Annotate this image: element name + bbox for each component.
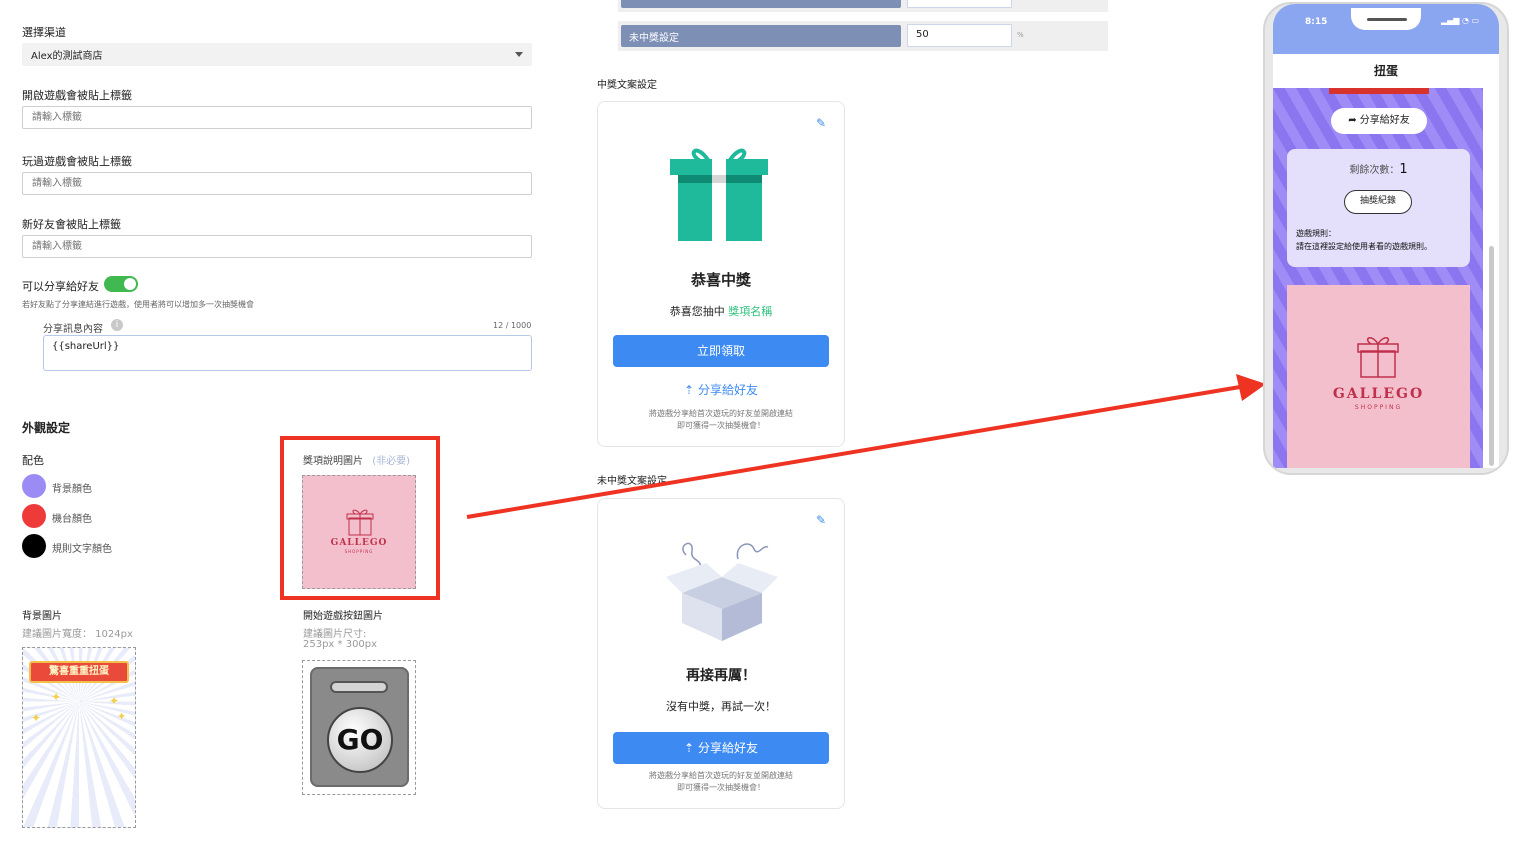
signal-icon: ▂▄▆ ◔ ▭ xyxy=(1441,16,1480,25)
record-button[interactable]: 抽獎紀錄 xyxy=(1344,190,1412,214)
phone-share-text: 分享給好友 xyxy=(1359,115,1410,126)
gallego-logo xyxy=(1357,337,1399,378)
remaining-label: 剩餘次數： xyxy=(1349,165,1400,176)
phone-prize-image: GALLEGO SHOPPING xyxy=(1287,285,1470,468)
phone-scroll-track xyxy=(1483,88,1499,468)
phone-gallego-sub: SHOPPING xyxy=(1354,404,1403,411)
phone-game-bg: ➦ 分享給好友 剩餘次數：1 抽獎紀錄 遊戲規則： 請在這裡設定給使用者看的遊戲… xyxy=(1273,88,1483,468)
share-arrow-icon: ➦ xyxy=(1348,115,1357,126)
phone-info-panel: 剩餘次數：1 抽獎紀錄 遊戲規則： 請在這裡設定給使用者看的遊戲規則。 xyxy=(1287,149,1470,267)
remaining: 剩餘次數：1 xyxy=(1287,161,1470,177)
phone-time: 8:15 xyxy=(1305,17,1328,27)
phone-gallego-text: GALLEGO xyxy=(1332,386,1425,402)
machine-top xyxy=(1329,88,1429,94)
phone-scrollbar[interactable] xyxy=(1489,246,1494,466)
remaining-value: 1 xyxy=(1399,162,1408,177)
phone-preview: 8:15 ▂▄▆ ◔ ▭ 扭蛋 ➦ 分享給好友 剩餘次數：1 抽獎紀錄 遊戲規則… xyxy=(1263,2,1509,475)
speaker xyxy=(1367,18,1407,21)
phone-notch xyxy=(1351,8,1421,30)
rules-text: 請在這裡設定給使用者看的遊戲規則。 xyxy=(1296,242,1432,251)
phone-status-bar: 8:15 ▂▄▆ ◔ ▭ xyxy=(1273,4,1499,54)
rules-title: 遊戲規則： xyxy=(1296,229,1336,238)
phone-share-button[interactable]: ➦ 分享給好友 xyxy=(1331,108,1427,134)
phone-title: 扭蛋 xyxy=(1273,54,1499,88)
